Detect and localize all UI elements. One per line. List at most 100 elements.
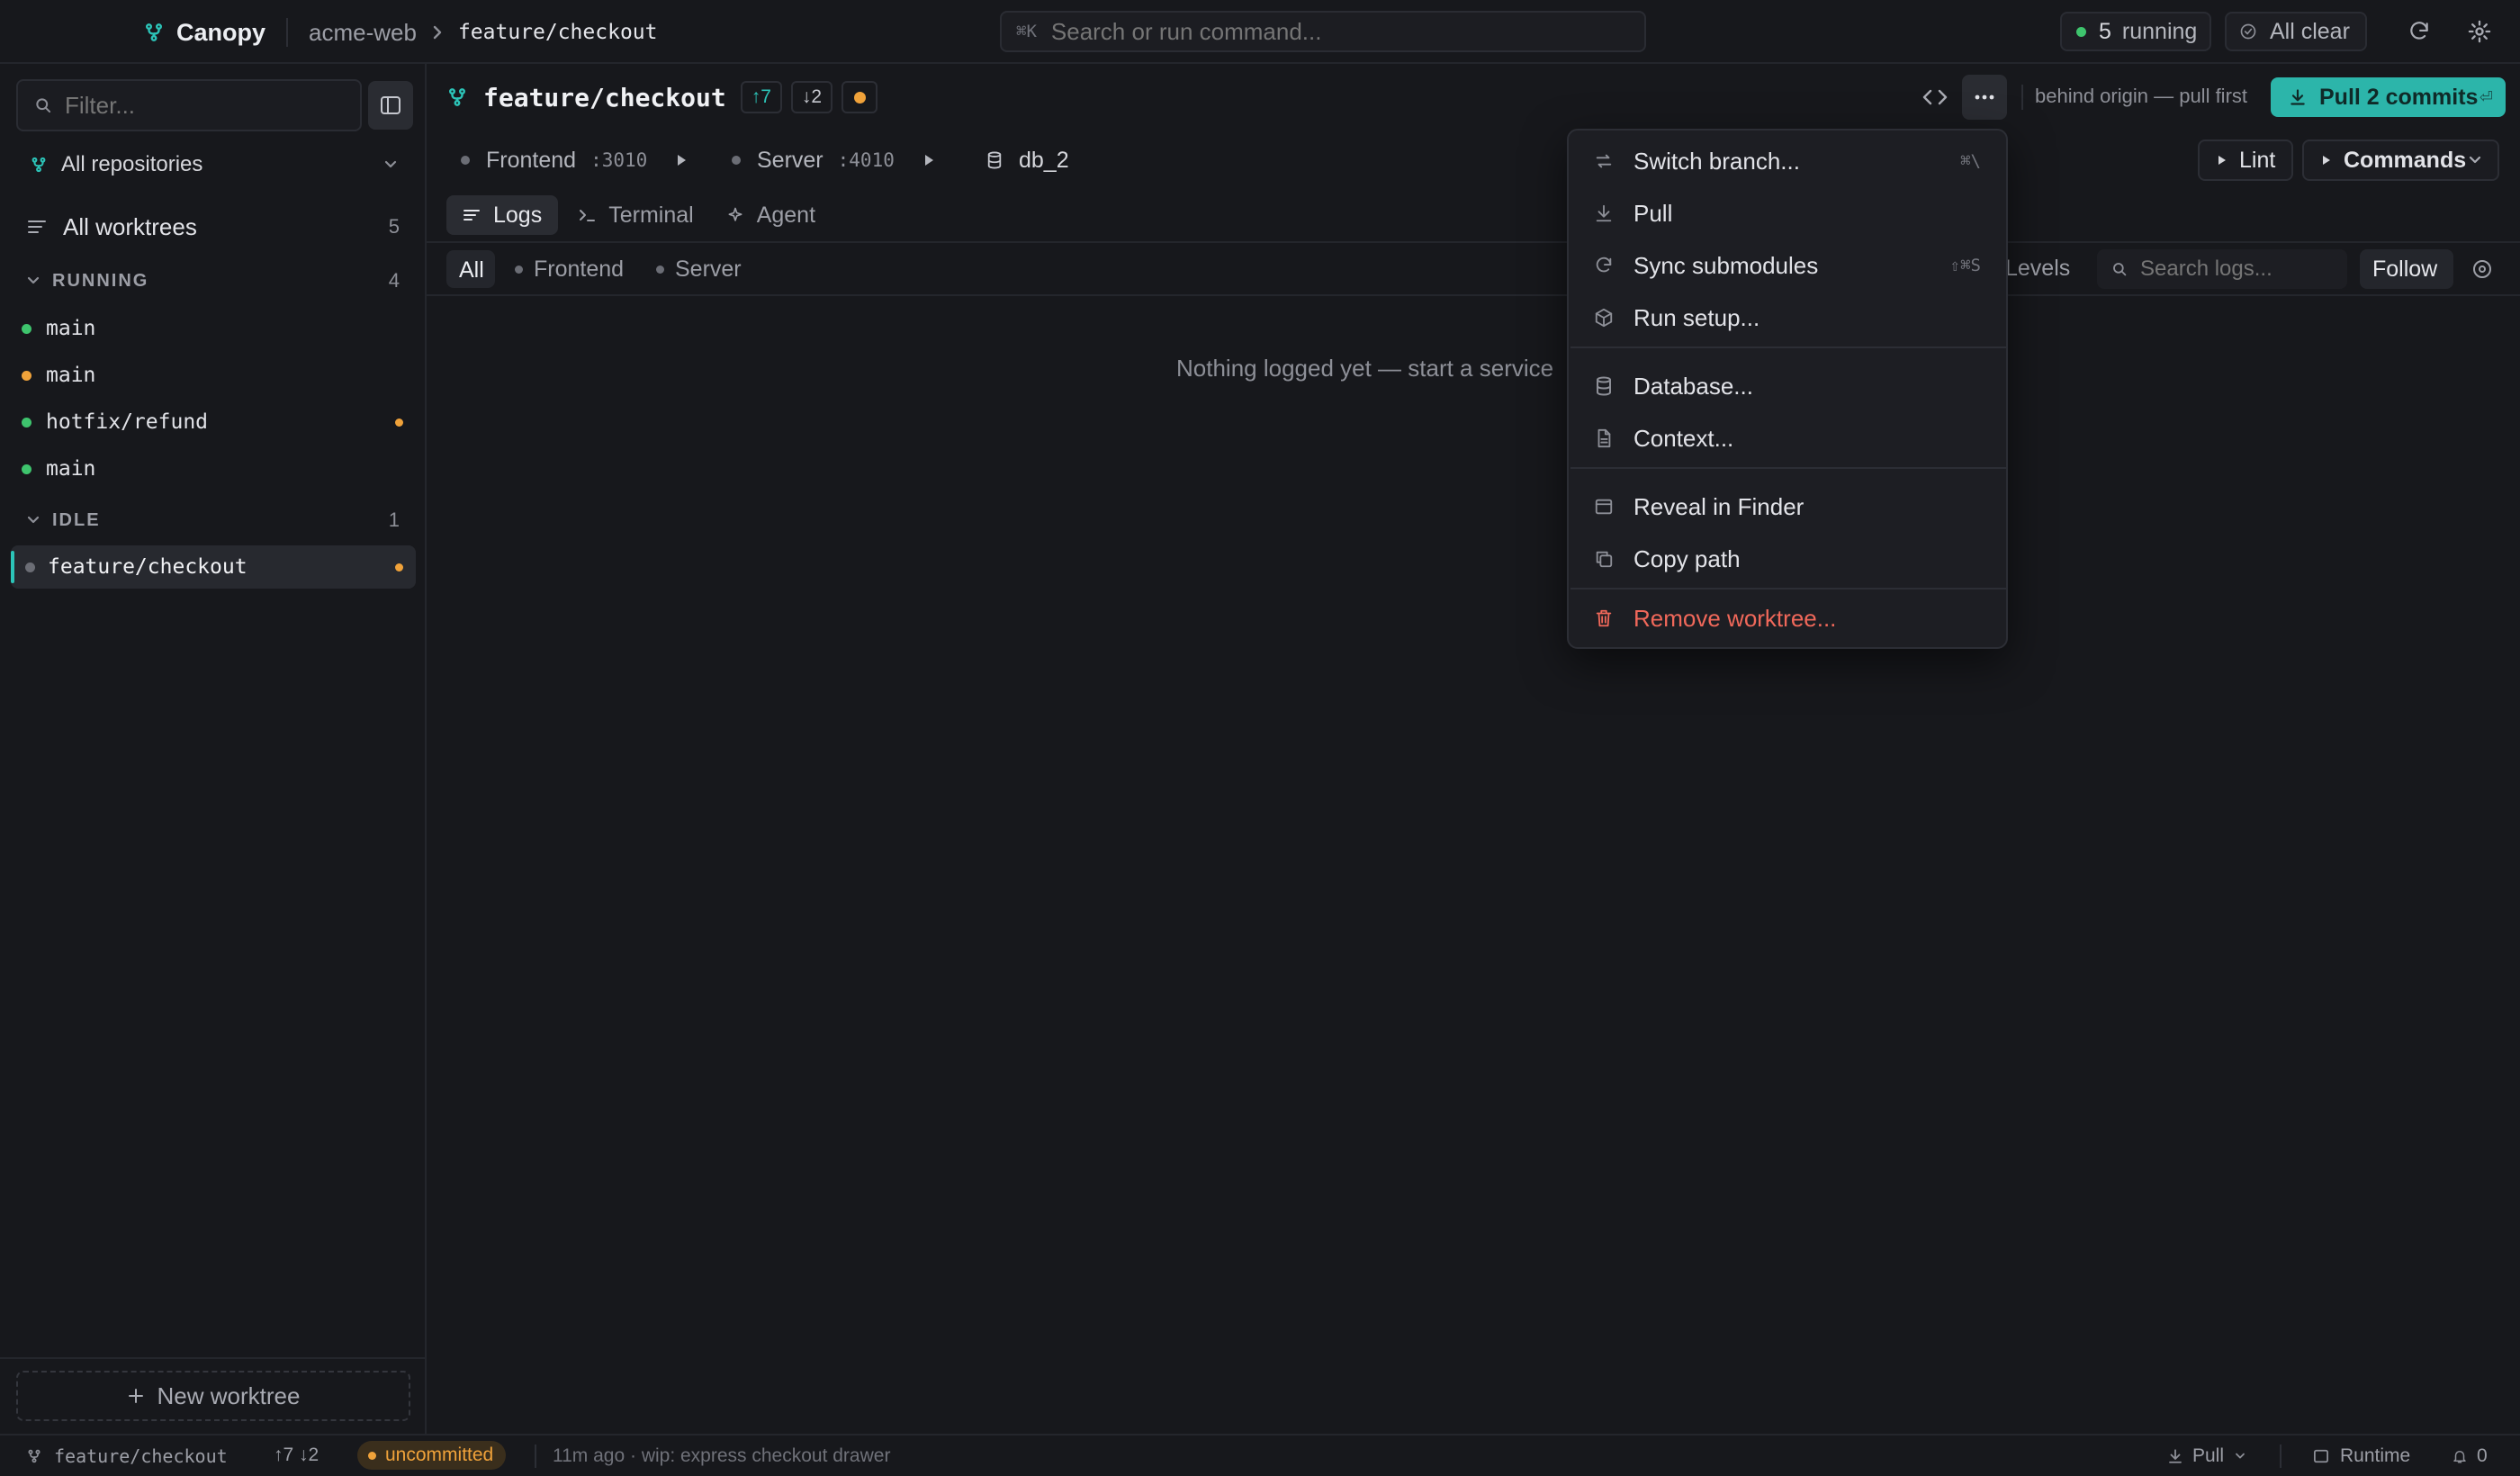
worktree-name: main <box>46 364 96 387</box>
check-circle-icon <box>2239 22 2257 40</box>
log-search-field[interactable] <box>2097 249 2347 289</box>
filter-all-label: All <box>459 257 484 283</box>
breadcrumb-repo[interactable]: acme-web <box>309 19 417 47</box>
repo-branch-icon <box>31 157 47 173</box>
app-brand[interactable]: Canopy <box>144 16 266 49</box>
filter-all[interactable]: All <box>446 250 495 288</box>
ahead-badge[interactable]: ↑7 <box>740 81 782 113</box>
status-pull-label: Pull <box>2192 1445 2225 1466</box>
uncommitted-badge[interactable]: uncommitted <box>357 1441 507 1470</box>
status-branch-name: feature/checkout <box>54 1445 228 1467</box>
repository-selector-label: All repositories <box>61 152 203 176</box>
new-worktree-button[interactable]: New worktree <box>16 1371 410 1421</box>
running-indicator[interactable]: 5 running <box>2060 12 2211 51</box>
filter-field[interactable] <box>16 79 362 131</box>
pull-shortcut: ⏎ <box>2479 87 2493 106</box>
commands-button[interactable]: Commands <box>2302 140 2499 181</box>
tab-terminal[interactable]: Terminal <box>562 195 709 235</box>
worktree-item-selected[interactable]: feature/checkout <box>11 545 416 589</box>
app-name: Canopy <box>176 18 266 46</box>
pull-commits-label: Pull 2 commits <box>2319 84 2479 110</box>
list-icon <box>27 219 47 235</box>
menu-item-switch-branch[interactable]: Switch branch... ⌘\ <box>1576 136 1999 186</box>
lint-label: Lint <box>2239 147 2276 173</box>
worktree-item[interactable]: main <box>11 307 416 350</box>
breadcrumb-branch[interactable]: feature/checkout <box>458 21 658 44</box>
filter-server[interactable]: Server <box>656 251 742 287</box>
menu-item-label: Copy path <box>1634 544 1741 572</box>
service-frontend[interactable]: Frontend :3010 <box>461 144 687 176</box>
chevron-right-icon <box>431 24 444 40</box>
selection-indicator <box>11 551 14 583</box>
lint-button[interactable]: Lint <box>2198 140 2293 181</box>
status-pull-button[interactable]: Pull <box>2167 1444 2246 1468</box>
modified-dot-icon <box>395 562 403 572</box>
worktree-item[interactable]: main <box>11 447 416 490</box>
command-search-input[interactable] <box>1050 17 1644 46</box>
branch-icon <box>447 86 467 108</box>
play-icon[interactable] <box>923 154 934 166</box>
worktree-name: feature/checkout <box>48 555 248 579</box>
uncommitted-badge[interactable] <box>842 81 878 113</box>
target-icon[interactable] <box>2471 258 2493 280</box>
status-branch[interactable]: feature/checkout <box>27 1444 228 1468</box>
filter-input[interactable] <box>65 91 360 120</box>
panel-icon <box>2313 1449 2329 1463</box>
download-icon <box>1594 203 1614 223</box>
tab-agent[interactable]: Agent <box>710 195 832 235</box>
menu-item-reveal-in-finder[interactable]: Reveal in Finder <box>1576 482 1999 532</box>
service-server[interactable]: Server :4010 <box>732 144 934 176</box>
running-count: 5 <box>2099 18 2111 44</box>
idle-section-header[interactable]: IDLE 1 <box>11 503 416 537</box>
menu-item-run-setup[interactable]: Run setup... <box>1576 292 1999 343</box>
play-icon[interactable] <box>676 154 687 166</box>
branch-icon <box>27 1448 41 1464</box>
menu-item-remove-worktree[interactable]: Remove worktree... <box>1576 593 1999 644</box>
all-worktrees-item[interactable]: All worktrees 5 <box>11 205 416 248</box>
all-clear-indicator[interactable]: All clear <box>2225 12 2367 51</box>
uncommitted-label: uncommitted <box>385 1444 494 1465</box>
top-bar: Canopy acme-web feature/checkout ⌘K 5 ru… <box>0 0 2520 64</box>
tab-logs[interactable]: Logs <box>446 195 559 235</box>
behind-badge[interactable]: ↓2 <box>790 81 833 113</box>
chevron-down-icon <box>2235 1453 2246 1460</box>
idle-section-label: IDLE <box>52 509 101 530</box>
search-icon <box>2111 261 2128 277</box>
refresh-icon[interactable] <box>2408 20 2431 43</box>
menu-item-database[interactable]: Database... <box>1576 361 1999 411</box>
menu-item-shortcut: ⌘\ <box>1960 151 1981 171</box>
log-search-input[interactable] <box>2140 256 2338 282</box>
levels-filter[interactable]: Levels <box>2005 256 2070 282</box>
running-section-header[interactable]: RUNNING 4 <box>11 264 416 298</box>
notifications[interactable]: 0 <box>2452 1444 2488 1468</box>
filter-frontend[interactable]: Frontend <box>515 251 624 287</box>
worktree-item[interactable]: hotfix/refund <box>11 400 416 444</box>
divider <box>0 1357 425 1359</box>
toggle-sidebar-button[interactable] <box>368 81 413 130</box>
running-label: running <box>2121 18 2198 44</box>
pull-commits-button[interactable]: Pull 2 commits ⏎ <box>2271 77 2506 117</box>
play-icon <box>2322 155 2331 166</box>
breadcrumb: acme-web feature/checkout <box>309 16 658 49</box>
code-icon[interactable] <box>1921 84 1949 111</box>
sidebar-panel-icon <box>380 95 401 115</box>
filter-server-label: Server <box>675 256 742 282</box>
menu-item-pull[interactable]: Pull <box>1576 188 1999 238</box>
database-name: db_2 <box>1019 147 1069 173</box>
box-icon <box>1594 308 1614 328</box>
menu-item-context[interactable]: Context... <box>1576 413 1999 464</box>
menu-item-sync-submodules[interactable]: Sync submodules ⇧⌘S <box>1576 240 1999 291</box>
more-actions-button[interactable] <box>1962 75 2007 120</box>
runtime-toggle[interactable]: Runtime <box>2313 1444 2410 1468</box>
database-indicator[interactable]: db_2 <box>986 144 1069 176</box>
panel-tabs: Logs Terminal Agent <box>446 195 832 235</box>
service-status-dot-icon <box>461 156 470 165</box>
command-search[interactable]: ⌘K <box>1000 11 1646 52</box>
settings-gear-icon[interactable] <box>2467 19 2492 44</box>
repository-selector[interactable]: All repositories <box>11 143 416 186</box>
modified-dot-icon <box>368 1451 376 1460</box>
follow-toggle[interactable]: Follow <box>2360 249 2453 289</box>
worktree-item[interactable]: main <box>11 354 416 397</box>
menu-item-copy-path[interactable]: Copy path <box>1576 534 1999 584</box>
file-icon <box>1594 428 1614 448</box>
